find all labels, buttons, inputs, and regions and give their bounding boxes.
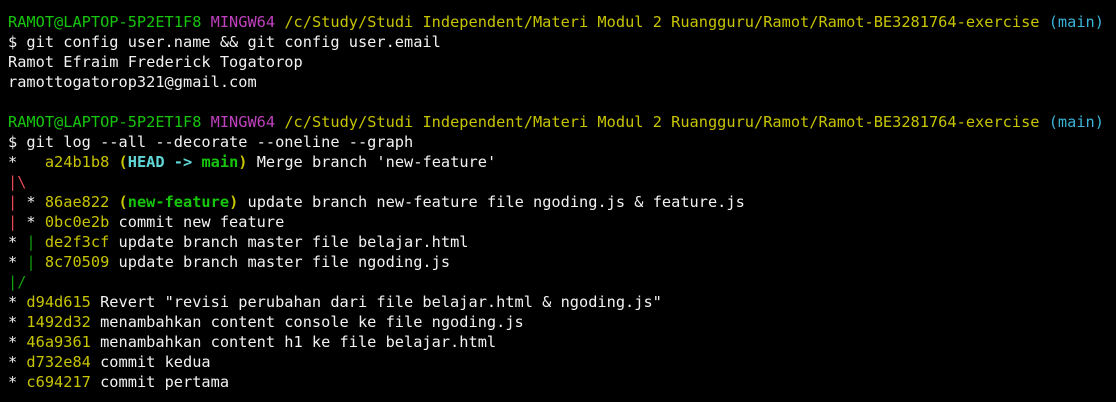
commit-hash: 8c70509	[44, 253, 110, 271]
ref-close: )	[238, 153, 248, 171]
commit-hash: d732e84	[26, 353, 91, 371]
graph-marker: *	[26, 213, 45, 231]
ref-open: (	[118, 193, 128, 211]
commit-message: Merge branch 'new-feature'	[247, 153, 497, 171]
graph-marker: *	[26, 193, 45, 211]
commit-hash: de2f3cf	[44, 233, 110, 251]
commit-message: commit pertama	[90, 373, 230, 391]
graph-branch: |	[26, 253, 45, 271]
log-line: * c694217 commit pertama	[8, 372, 1112, 392]
output-user-email: ramottogatorop321@gmail.com	[8, 73, 257, 91]
prompt-branch: (main)	[1048, 113, 1104, 131]
commit-message: update branch new-feature file ngoding.j…	[238, 193, 745, 211]
commit-message: menambahkan content h1 ke file belajar.h…	[90, 333, 497, 351]
log-line: | * 86ae822 (new-feature) update branch …	[8, 192, 1112, 212]
log-line: * d732e84 commit kedua	[8, 352, 1112, 372]
log-line: * 1492d32 menambahkan content console ke…	[8, 312, 1112, 332]
log-line: |/	[8, 272, 1112, 292]
commit-message: commit new feature	[109, 213, 285, 231]
prompt-branch: (main)	[1048, 13, 1104, 31]
prompt-path: /c/Study/Studi Independent/Materi Modul …	[284, 113, 1040, 131]
commit-hash: 0bc0e2b	[44, 213, 110, 231]
commit-hash: 1492d32	[26, 313, 91, 331]
commit-message: update branch master file belajar.html	[109, 233, 469, 251]
graph-branch: |	[8, 193, 27, 211]
graph-branch: |\	[8, 173, 27, 191]
prompt-line: RAMOT@LAPTOP-5P2ET1F8 MINGW64 /c/Study/S…	[8, 112, 1112, 132]
commit-message: commit kedua	[90, 353, 211, 371]
commit-hash: 46a9361	[26, 333, 91, 351]
graph-marker: *	[8, 373, 27, 391]
log-line: |\	[8, 172, 1112, 192]
graph-branch: |	[8, 213, 27, 231]
commit-hash: 86ae822	[44, 193, 110, 211]
ref-branch: new-feature	[127, 193, 230, 211]
ref-head: HEAD ->	[127, 153, 202, 171]
commit-message: menambahkan content console ke file ngod…	[90, 313, 524, 331]
graph-marker: *	[8, 293, 27, 311]
log-line: * d94d615 Revert "revisi perubahan dari …	[8, 292, 1112, 312]
log-line: * | de2f3cf update branch master file be…	[8, 232, 1112, 252]
log-line: * 46a9361 menambahkan content h1 ke file…	[8, 332, 1112, 352]
prompt-path: /c/Study/Studi Independent/Materi Modul …	[284, 13, 1040, 31]
ref-close: )	[229, 193, 239, 211]
graph-marker: *	[8, 253, 27, 271]
command-line: $ git config user.name && git config use…	[8, 33, 441, 51]
commit-message: Revert "revisi perubahan dari file belaj…	[90, 293, 662, 311]
ref-open: (	[118, 153, 128, 171]
ref-branch: main	[201, 153, 239, 171]
commit-hash: a24b1b8	[44, 153, 110, 171]
prompt-user: RAMOT@LAPTOP-5P2ET1F8	[8, 13, 202, 31]
prompt-line: RAMOT@LAPTOP-5P2ET1F8 MINGW64 /c/Study/S…	[8, 12, 1112, 32]
prompt-shell: MINGW64	[210, 113, 276, 131]
log-line: * a24b1b8 (HEAD -> main) Merge branch 'n…	[8, 152, 1112, 172]
prompt-user: RAMOT@LAPTOP-5P2ET1F8	[8, 113, 202, 131]
graph-branch: |	[26, 233, 45, 251]
output-user-name: Ramot Efraim Frederick Togatorop	[8, 53, 303, 71]
commit-message: update branch master file ngoding.js	[109, 253, 451, 271]
graph-marker: *	[8, 313, 27, 331]
log-line: | * 0bc0e2b commit new feature	[8, 212, 1112, 232]
graph-marker: *	[8, 153, 45, 171]
log-line: * | 8c70509 update branch master file ng…	[8, 252, 1112, 272]
terminal-window[interactable]: RAMOT@LAPTOP-5P2ET1F8 MINGW64 /c/Study/S…	[8, 12, 1112, 392]
prompt-shell: MINGW64	[210, 13, 276, 31]
graph-marker: *	[8, 233, 27, 251]
graph-marker: *	[8, 333, 27, 351]
graph-branch: |/	[8, 273, 27, 291]
command-line: $ git log --all --decorate --oneline --g…	[8, 133, 414, 151]
commit-hash: c694217	[26, 373, 91, 391]
graph-marker: *	[8, 353, 27, 371]
commit-hash: d94d615	[26, 293, 91, 311]
